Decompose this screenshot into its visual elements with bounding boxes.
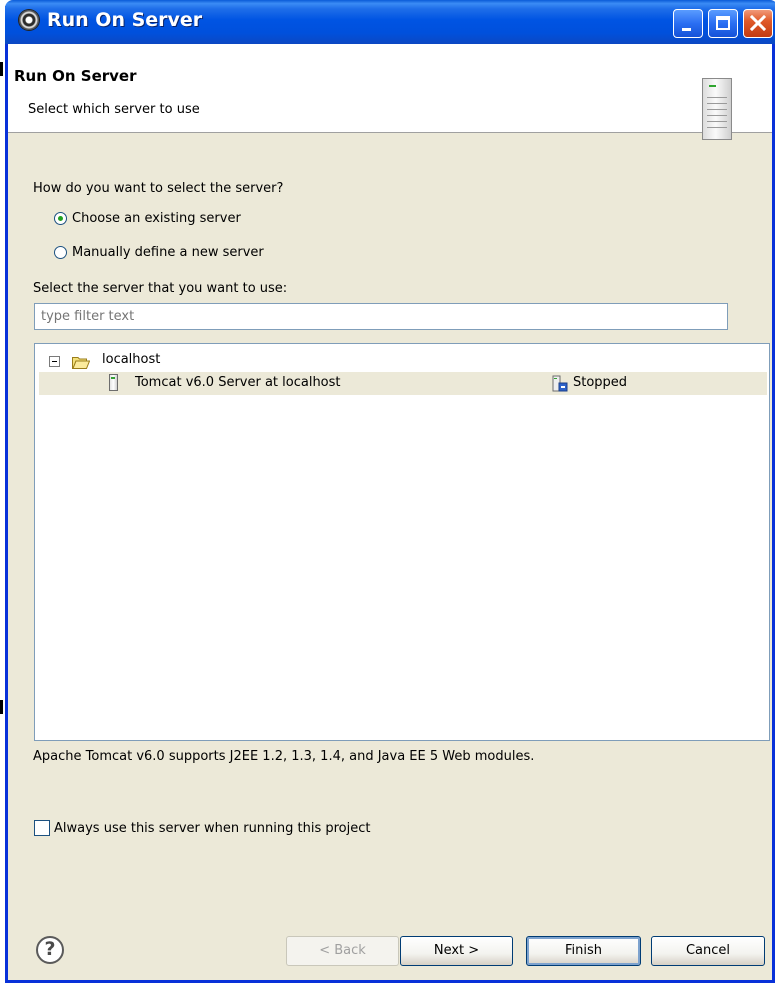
eclipse-icon	[19, 10, 39, 30]
wizard-header: Run On Server Select which server to use	[8, 44, 772, 140]
close-icon	[750, 15, 766, 31]
page-title: Run On Server	[14, 67, 137, 85]
radio-button-checked[interactable]	[54, 212, 67, 225]
radio-label[interactable]: Manually define a new server	[72, 245, 264, 260]
window-title: Run On Server	[47, 9, 203, 31]
always-use-checkbox[interactable]	[34, 820, 50, 836]
server-status: Stopped	[573, 375, 628, 390]
radio-choose-existing[interactable]: Choose an existing server	[54, 211, 241, 226]
server-stopped-icon	[552, 375, 568, 392]
help-icon[interactable]: ?	[36, 936, 64, 964]
maximize-button[interactable]	[708, 9, 738, 38]
next-button[interactable]: Next >	[400, 936, 513, 966]
server-banner-icon	[702, 78, 732, 140]
run-on-server-dialog: Run On Server Run On Server Select which…	[5, 0, 775, 983]
desktop-edge-mark	[0, 700, 3, 714]
finish-button[interactable]: Finish	[526, 936, 641, 966]
selection-question: How do you want to select the server?	[33, 181, 284, 196]
minimize-button[interactable]	[673, 9, 703, 38]
server-icon	[109, 374, 118, 391]
radio-define-new[interactable]: Manually define a new server	[54, 245, 264, 260]
server-name[interactable]: Tomcat v6.0 Server at localhost	[135, 375, 341, 390]
always-use-label[interactable]: Always use this server when running this…	[54, 821, 371, 836]
back-button[interactable]: < Back	[286, 936, 399, 966]
cancel-button[interactable]: Cancel	[651, 936, 765, 966]
collapse-icon[interactable]	[49, 356, 60, 367]
page-description: Select which server to use	[28, 102, 200, 117]
close-button[interactable]	[743, 9, 773, 38]
desktop-edge-mark	[0, 62, 3, 76]
tree-node-server[interactable]: Tomcat v6.0 Server at localhost Stopped	[39, 372, 767, 395]
title-bar[interactable]: Run On Server	[5, 0, 775, 44]
radio-button[interactable]	[54, 246, 67, 259]
server-tree[interactable]: localhost Tomcat v6.0 Server at localhos…	[34, 343, 770, 741]
tree-node-label[interactable]: localhost	[102, 352, 160, 367]
radio-label[interactable]: Choose an existing server	[72, 211, 241, 226]
filter-input[interactable]	[34, 303, 728, 330]
server-support-info: Apache Tomcat v6.0 supports J2EE 1.2, 1.…	[33, 749, 535, 764]
folder-open-icon	[72, 357, 90, 369]
always-use-option[interactable]: Always use this server when running this…	[34, 820, 371, 836]
server-list-label: Select the server that you want to use:	[33, 281, 288, 296]
